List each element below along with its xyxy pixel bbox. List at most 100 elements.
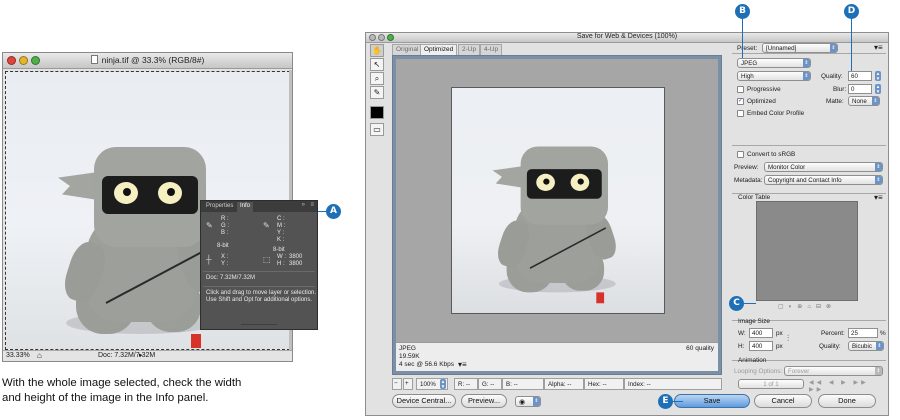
callout-c-badge: C — [729, 296, 744, 311]
width-input[interactable]: 400 — [749, 328, 773, 338]
animation-heading: Animation — [738, 357, 767, 364]
optimize-menu-icon[interactable]: ▾≡ — [874, 43, 883, 52]
blur-stepper[interactable]: ▲ ▼ — [875, 84, 881, 94]
preview-info-bar: JPEG 19.59K 4 sec @ 56.6 Kbps ▾≡ 60 qual… — [396, 342, 718, 371]
preview-image — [451, 87, 665, 314]
constrain-proportions-icon[interactable]: ⫶ — [787, 333, 789, 344]
height-label: H: — [738, 343, 745, 350]
progressive-checkbox[interactable] — [737, 86, 744, 93]
browser-preview-popup[interactable]: ◉ ⇕ — [515, 396, 541, 407]
done-button[interactable]: Done — [818, 394, 876, 408]
tab-optimized[interactable]: Optimized — [420, 44, 458, 55]
doc-size-readout[interactable]: Doc: 7.32M/7.32M — [98, 352, 155, 359]
quality-label: Quality: — [821, 73, 843, 80]
tab-info[interactable]: Info — [237, 202, 254, 212]
g-readout: G: -- — [478, 378, 502, 390]
color-table-grid[interactable] — [756, 201, 858, 301]
index-readout: Index: -- — [624, 378, 722, 390]
collapse-icon[interactable]: » — [302, 202, 305, 208]
resample-quality-value: Bicubic — [852, 343, 872, 350]
chevron-down-icon: ⇕ — [533, 397, 540, 406]
selection-size-icon: ⬚ — [263, 255, 271, 264]
convert-srgb-checkbox[interactable] — [737, 151, 744, 158]
tab-2-up[interactable]: 2-Up — [458, 44, 481, 55]
matte-popup[interactable]: None ⇕ — [848, 96, 880, 106]
percent-label: Percent: — [821, 330, 845, 337]
hand-tool-icon[interactable]: ✋ — [370, 44, 384, 57]
eyedropper-color-swatch[interactable] — [370, 106, 384, 119]
chevron-down-icon: ⇕ — [830, 44, 837, 52]
preview-file-size: 19.59K — [399, 353, 420, 360]
download-rate-menu-icon[interactable]: ▾≡ — [458, 360, 467, 369]
format-popup[interactable]: JPEG ⇕ — [737, 58, 811, 68]
optimized-checkbox[interactable]: ✓ — [737, 98, 744, 105]
preset-popup[interactable]: [Unnamed] ⇕ — [762, 43, 838, 53]
looping-popup[interactable]: Forever ⇕ — [784, 366, 883, 376]
device-central-button[interactable]: Device Central... — [392, 394, 456, 408]
info-panel-tabs: Properties Info » ≡ — [201, 201, 317, 212]
settings-divider — [732, 145, 886, 146]
info-hint-line1: Click and drag to move layer or selectio… — [206, 290, 317, 296]
color-table-heading: Color Table — [738, 194, 771, 201]
zoom-in-button[interactable]: + — [403, 378, 413, 390]
callout-d-badge: D — [844, 4, 859, 19]
info-divider — [203, 271, 315, 272]
quality-stepper[interactable]: ▲ ▼ — [875, 71, 881, 81]
looping-value: Forever — [788, 368, 810, 375]
status-arrow-icon[interactable]: ▸ — [139, 351, 143, 359]
panel-menu-icon[interactable]: ≡ — [310, 202, 314, 208]
embed-profile-label: Embed Color Profile — [747, 110, 805, 117]
quality-level-popup[interactable]: High ⇕ — [737, 71, 811, 81]
tab-original[interactable]: Original — [392, 44, 423, 55]
eyedropper-tool-icon[interactable]: ✎ — [370, 86, 384, 99]
status-menu-icon[interactable]: ⌂ — [37, 351, 42, 360]
caption-line2: and height of the image in the Info pane… — [2, 392, 209, 404]
percent-sign: % — [880, 330, 886, 337]
preview-button[interactable]: Preview... — [461, 394, 507, 408]
embed-profile-checkbox[interactable] — [737, 110, 744, 117]
callout-a-leader — [318, 211, 326, 212]
tab-4-up[interactable]: 4-Up — [480, 44, 503, 55]
eyedropper-icon: ✎ — [206, 221, 213, 230]
info-k-label: K : — [277, 237, 285, 243]
zoom-out-button[interactable]: − — [392, 378, 402, 390]
quality-input[interactable]: 60 — [848, 71, 872, 81]
callout-e-leader — [673, 401, 683, 402]
resize-grip[interactable] — [241, 324, 277, 325]
ninja-preview-photo — [452, 88, 620, 304]
tab-properties[interactable]: Properties — [203, 202, 236, 212]
color-table-controls[interactable]: ▢◐⊕⌂⊟⊗ — [756, 303, 858, 312]
height-unit: px — [776, 343, 783, 350]
color-table-menu-icon[interactable]: ▾≡ — [874, 193, 883, 202]
info-w-value: 3800 — [289, 254, 303, 260]
save-button[interactable]: Save — [674, 394, 750, 408]
preview-download-time: 4 sec @ 56.6 Kbps — [399, 361, 455, 368]
zoom-level[interactable]: 33.33% — [6, 352, 30, 359]
toggle-slices-icon[interactable]: ▭ — [370, 123, 384, 136]
document-icon — [90, 55, 98, 64]
zoom-stepper[interactable]: ▲ ▼ — [440, 379, 446, 389]
resample-quality-popup[interactable]: Bicubic ⇕ — [848, 341, 884, 351]
b-readout: B: -- — [502, 378, 544, 390]
callout-b-leader — [742, 18, 743, 58]
animation-controls[interactable]: ◀◀ ◀ ▶ ▶▶ ▶▶ — [809, 379, 885, 393]
optimized-preview-pane[interactable]: JPEG 19.59K 4 sec @ 56.6 Kbps ▾≡ 60 qual… — [392, 55, 722, 375]
info-c-label: C : — [277, 216, 285, 222]
zoom-tool-icon[interactable]: ⌕ — [370, 72, 384, 85]
eyedropper-cmyk-icon: ✎ — [263, 221, 270, 230]
metadata-popup[interactable]: Copyright and Contact Info ⇕ — [764, 175, 883, 185]
info-panel: Properties Info » ≡ ✎ R : G : B : ✎ C : … — [200, 200, 318, 330]
document-title: ninja.tif @ 33.3% (RGB/8#) — [3, 55, 292, 65]
slice-select-tool-icon[interactable]: ↖ — [370, 58, 384, 71]
document-title-text: ninja.tif @ 33.3% (RGB/8#) — [101, 55, 205, 65]
matte-value: None — [852, 98, 867, 105]
format-value: JPEG — [741, 60, 758, 67]
cancel-button[interactable]: Cancel — [754, 394, 812, 408]
hex-readout: Hex: -- — [584, 378, 624, 390]
preview-color-popup[interactable]: Monitor Color ⇕ — [764, 162, 883, 172]
callout-a-badge: A — [326, 204, 341, 219]
blur-input[interactable]: 0 — [848, 84, 872, 94]
percent-input[interactable]: 25 — [848, 328, 878, 338]
height-input[interactable]: 400 — [749, 341, 773, 351]
preview-label: Preview: — [734, 164, 759, 171]
